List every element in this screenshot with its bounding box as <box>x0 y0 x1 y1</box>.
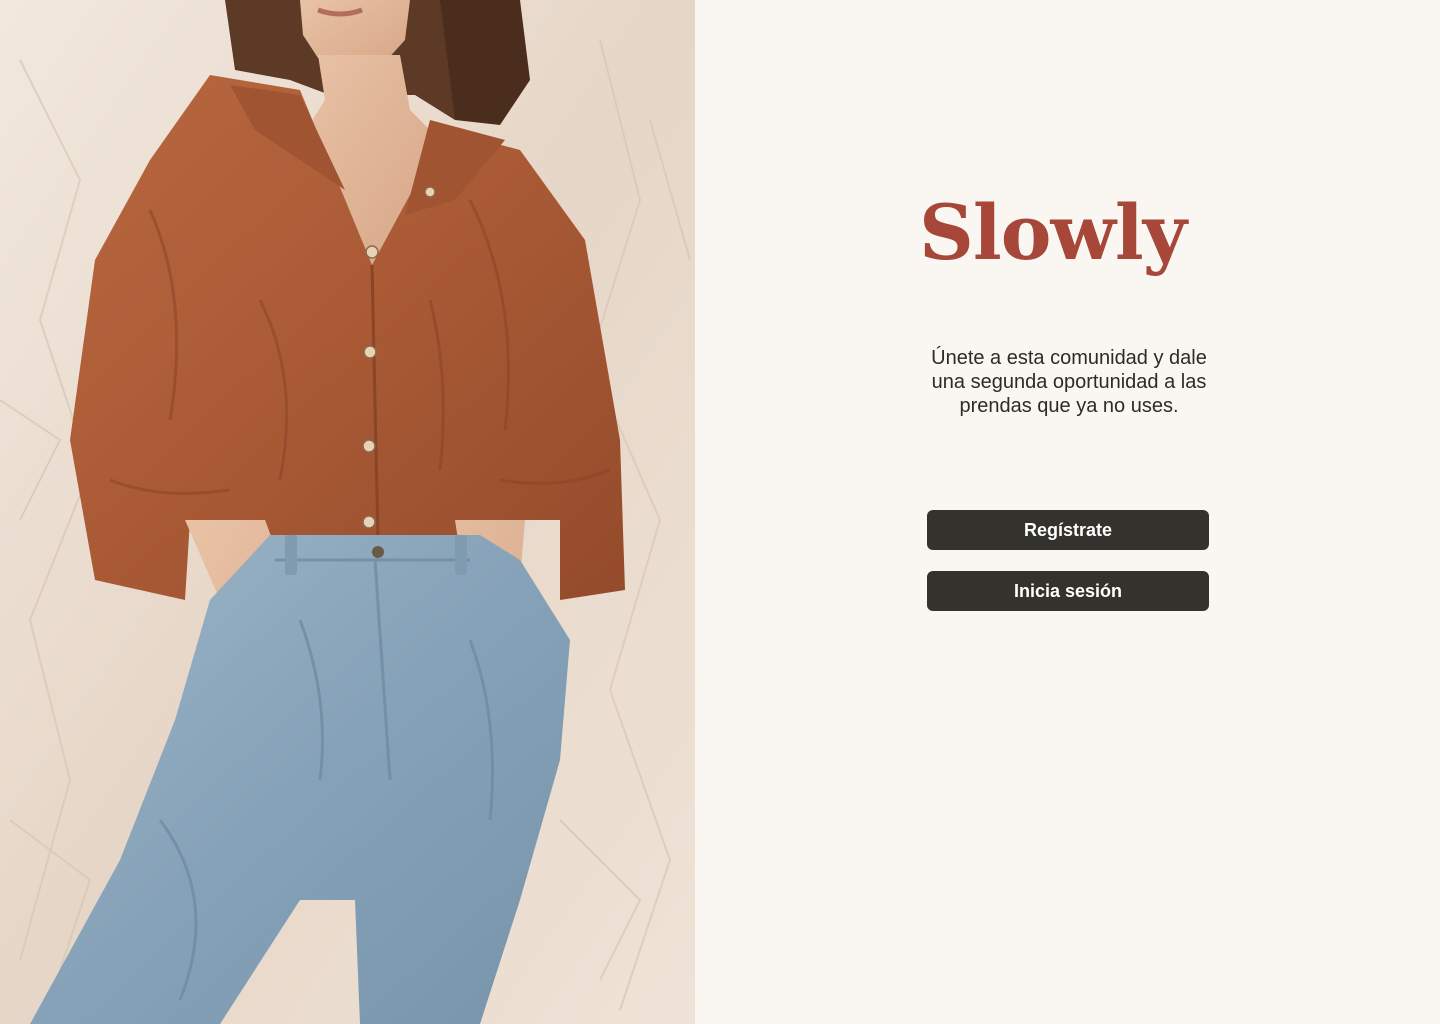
tagline: Únete a esta comunidad y dale una segund… <box>931 347 1207 417</box>
login-button[interactable]: Inicia sesión <box>927 571 1209 611</box>
register-button[interactable]: Regístrate <box>927 510 1209 550</box>
brand-logo: Slowly <box>919 188 1187 277</box>
welcome-screen: Slowly Únete a esta comunidad y dale una… <box>0 0 1440 1024</box>
welcome-panel: Slowly Únete a esta comunidad y dale una… <box>695 0 1440 1024</box>
hero-photo <box>0 0 695 1024</box>
